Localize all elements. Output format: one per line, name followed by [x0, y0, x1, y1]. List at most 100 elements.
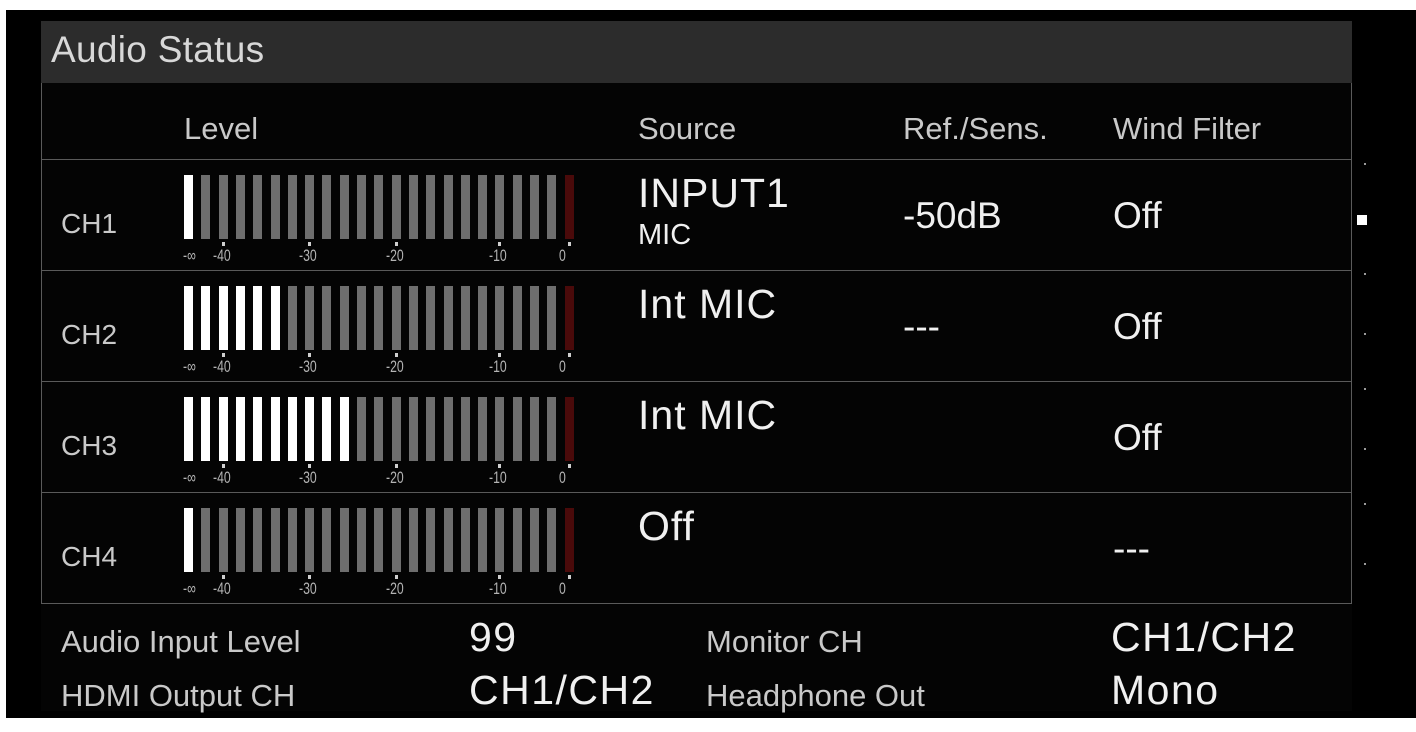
headphone-out-label: Headphone Out: [706, 678, 925, 713]
source-main: Off: [638, 503, 695, 549]
scale-tick: [567, 242, 571, 246]
meter-segment: [564, 397, 574, 461]
meter-segment: [564, 286, 574, 350]
channel-label: CH3: [61, 430, 118, 461]
meter-segment: [408, 397, 418, 461]
meter-segment: [287, 508, 297, 572]
meter-segment: [426, 397, 436, 461]
scroll-dot: [1364, 563, 1366, 565]
channel-row-ch1[interactable]: CH1 -∞ -40 -30 -20 -10 0 INPUT1 MIC -50dB Off: [41, 160, 1352, 270]
scale-label: 0: [558, 579, 566, 598]
channel-label: CH1: [61, 208, 118, 239]
meter-segment: [253, 508, 263, 572]
meter-segment: [357, 397, 366, 461]
hdmi-output-value[interactable]: CH1/CH2: [469, 667, 655, 714]
meter-segment: [357, 508, 366, 572]
ref-sens-value: ---: [903, 306, 940, 347]
header-ref-sens: Ref./Sens.: [903, 111, 1048, 146]
meter-segment: [201, 286, 211, 350]
meter-segment: [218, 175, 228, 239]
meter-segment: [235, 286, 245, 350]
meter-segment: [322, 286, 332, 350]
meter-segment: [495, 397, 505, 461]
meter-segment: [564, 175, 574, 239]
scale-label: -∞: [183, 468, 196, 487]
meter-segment: [460, 286, 470, 350]
meter-segment: [305, 175, 315, 239]
screen: Audio Status Level Source Ref./Sens. Win…: [6, 10, 1416, 718]
meter-segment: [443, 175, 453, 239]
scale-label: -20: [385, 357, 404, 376]
meter-segment: [357, 175, 366, 239]
meter-segment: [253, 175, 263, 239]
meter-segment: [339, 175, 349, 239]
meter-segment: [253, 286, 263, 350]
audio-input-level-value[interactable]: 99: [469, 614, 518, 661]
channel-row-ch4[interactable]: CH4 -∞ -40 -30 -20 -10 0 Off ---: [41, 493, 1352, 603]
meter-segment: [478, 508, 488, 572]
meter-segment: [443, 508, 453, 572]
monitor-ch-value[interactable]: CH1/CH2: [1111, 614, 1297, 661]
meter-segment: [391, 508, 401, 572]
scroll-dot: [1364, 273, 1366, 275]
title-bar: Audio Status: [41, 21, 1352, 83]
channel-row-ch2[interactable]: CH2 -∞ -40 -30 -20 -10 0 Int MIC --- Off: [41, 271, 1352, 381]
meter-segment: [305, 397, 315, 461]
scale-label: -30: [299, 468, 317, 487]
meter-segment: [305, 508, 315, 572]
meter-segment: [530, 286, 539, 350]
source-sub: MIC: [638, 219, 692, 251]
meter-segment: [374, 508, 384, 572]
scale-label: -30: [299, 246, 317, 265]
meter-segment: [235, 175, 245, 239]
scale-label: -∞: [183, 246, 196, 265]
header-wind-filter: Wind Filter: [1113, 111, 1262, 146]
scroll-thumb[interactable]: [1357, 215, 1367, 225]
wind-filter-value: Off: [1113, 417, 1162, 458]
meter-segment: [478, 286, 488, 350]
scale-label: -30: [299, 579, 317, 598]
meter-segment: [184, 175, 193, 239]
meter-segment: [391, 397, 401, 461]
source-main: Int MIC: [638, 281, 778, 327]
meter-segment: [512, 286, 522, 350]
meter-segment: [287, 175, 297, 239]
header-level: Level: [184, 111, 259, 146]
meter-segment: [357, 286, 366, 350]
meter-segment: [287, 397, 297, 461]
meter-segment: [339, 286, 349, 350]
channel-row-ch3[interactable]: CH3 -∞ -40 -30 -20 -10 0 Int MIC Off: [41, 382, 1352, 492]
meter-segment: [478, 397, 488, 461]
panel-title: Audio Status: [51, 29, 265, 70]
wind-filter-value: ---: [1113, 528, 1150, 569]
meter-segment: [512, 175, 522, 239]
meter-segment: [512, 508, 522, 572]
scale-label: -20: [385, 579, 404, 598]
level-meter: -∞ -40 -30 -20 -10 0: [183, 286, 614, 376]
meter-segment: [547, 286, 557, 350]
meter-segment: [322, 508, 332, 572]
meter-segment: [443, 397, 453, 461]
scale-label: -10: [489, 468, 508, 487]
meter-segment: [408, 286, 418, 350]
scroll-dot: [1364, 333, 1366, 335]
scale-label: -20: [385, 468, 404, 487]
meter-segment: [495, 508, 505, 572]
channel-label: CH4: [61, 541, 118, 572]
meter-segment: [564, 508, 574, 572]
meter-segment: [374, 286, 384, 350]
meter-segment: [339, 508, 349, 572]
scale-label: 0: [558, 468, 566, 487]
meter-segment: [495, 175, 505, 239]
headphone-out-value[interactable]: Mono: [1111, 667, 1220, 714]
meter-segment: [339, 397, 349, 461]
meter-segment: [184, 508, 193, 572]
meter-segment: [478, 175, 488, 239]
scale-label: -40: [212, 468, 231, 487]
meter-segment: [322, 397, 332, 461]
scale-label: -∞: [183, 357, 196, 376]
scale-label: -40: [212, 357, 231, 376]
scale-label: -10: [489, 246, 508, 265]
audio-input-level-label: Audio Input Level: [61, 624, 301, 659]
meter-segment: [426, 508, 436, 572]
